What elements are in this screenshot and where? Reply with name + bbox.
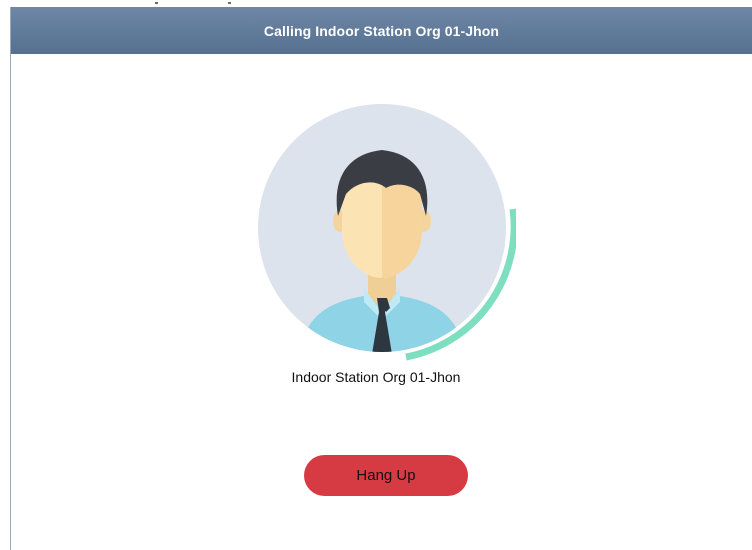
window-top-edge <box>0 0 752 7</box>
dialog-title: Calling Indoor Station Org 01-Jhon <box>263 22 500 39</box>
callee-name: Indoor Station Org 01-Jhon <box>291 369 461 385</box>
dialog-title-bar[interactable]: Calling Indoor Station Org 01-Jhon <box>11 7 752 54</box>
user-avatar-icon <box>258 104 516 361</box>
edge-mark <box>155 2 158 4</box>
hang-up-button[interactable]: Hang Up <box>304 455 468 496</box>
edge-mark <box>228 2 231 4</box>
avatar <box>246 98 516 368</box>
